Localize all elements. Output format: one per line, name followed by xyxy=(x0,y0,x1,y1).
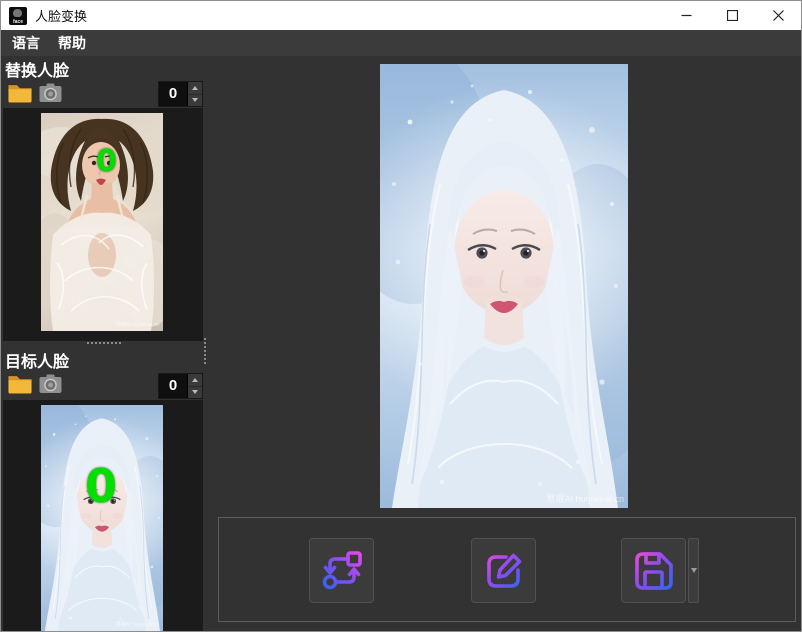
source-camera-button[interactable] xyxy=(36,81,64,105)
app-icon: face xyxy=(9,7,27,25)
target-camera-button[interactable] xyxy=(36,372,64,396)
titlebar: face 人脸变换 xyxy=(1,1,801,30)
result-preview: 慧眼AI huiyan-ai.cn xyxy=(380,64,628,508)
edit-icon xyxy=(482,549,526,593)
menubar: 语言 帮助 xyxy=(1,30,801,56)
horizontal-splitter-handle[interactable] xyxy=(87,342,121,344)
source-spin-down-button[interactable] xyxy=(188,94,202,107)
close-button[interactable] xyxy=(755,1,801,30)
source-face-list: 0 慧眼AI huiyan-ai.cn xyxy=(3,108,203,341)
window-title: 人脸变换 xyxy=(35,6,87,25)
menu-item-language[interactable]: 语言 xyxy=(3,30,49,56)
chevron-down-icon xyxy=(192,390,198,394)
camera-icon xyxy=(38,374,63,394)
target-spin-down-button[interactable] xyxy=(188,386,202,399)
target-face-index-badge: 0 xyxy=(85,463,117,509)
chevron-up-icon xyxy=(192,378,198,382)
app-window: face 人脸变换 语言 帮助 替换人脸 0 xyxy=(0,0,802,632)
camera-icon xyxy=(38,83,63,103)
vertical-splitter-handle[interactable] xyxy=(204,338,206,364)
target-face-index-spinbox: 0 xyxy=(158,373,203,399)
edit-button[interactable] xyxy=(471,538,536,603)
chevron-up-icon xyxy=(192,86,198,90)
watermark: 慧眼AI huiyan-ai.cn xyxy=(116,321,159,328)
main-content: 替换人脸 0 0 慧眼AI huiyan-ai.cn 目标人脸 xyxy=(1,56,801,631)
minimize-button[interactable] xyxy=(663,1,709,30)
watermark: 慧眼AI huiyan-ai.cn xyxy=(116,621,159,628)
action-toolbar xyxy=(218,517,796,622)
source-open-folder-button[interactable] xyxy=(6,81,34,105)
maximize-button[interactable] xyxy=(709,1,755,30)
save-button[interactable] xyxy=(621,538,686,603)
result-image xyxy=(380,64,628,508)
target-spin-up-button[interactable] xyxy=(188,374,202,386)
app-icon-text: face xyxy=(9,19,27,25)
source-panel-title: 替换人脸 xyxy=(5,57,69,81)
swap-face-icon xyxy=(320,549,364,593)
target-face-list: 0 慧眼AI huiyan-ai.cn xyxy=(3,400,203,631)
chevron-down-icon xyxy=(192,98,198,102)
minimize-icon xyxy=(681,10,692,21)
watermark: 慧眼AI huiyan-ai.cn xyxy=(546,492,624,505)
target-open-folder-button[interactable] xyxy=(6,372,34,396)
source-face-thumbnail[interactable]: 0 慧眼AI huiyan-ai.cn xyxy=(41,113,163,331)
folder-icon xyxy=(7,374,33,395)
spin-arrows xyxy=(187,82,202,106)
source-face-index-badge: 0 xyxy=(96,147,117,177)
menu-item-help[interactable]: 帮助 xyxy=(49,30,95,56)
folder-icon xyxy=(7,83,33,104)
save-options-dropdown-button[interactable] xyxy=(688,538,699,603)
close-icon xyxy=(773,10,784,21)
target-face-image xyxy=(41,405,163,631)
window-controls xyxy=(663,1,801,30)
chevron-down-icon xyxy=(691,568,697,573)
maximize-icon xyxy=(727,10,738,21)
target-face-index-value[interactable]: 0 xyxy=(159,374,187,398)
save-icon xyxy=(632,549,676,593)
target-face-thumbnail[interactable]: 0 慧眼AI huiyan-ai.cn xyxy=(41,405,163,631)
swap-face-button[interactable] xyxy=(309,538,374,603)
source-face-index-spinbox: 0 xyxy=(158,81,203,107)
spin-arrows xyxy=(187,374,202,398)
source-spin-up-button[interactable] xyxy=(188,82,202,94)
app-icon-face-glyph xyxy=(13,9,22,17)
source-face-index-value[interactable]: 0 xyxy=(159,82,187,106)
target-panel-title: 目标人脸 xyxy=(5,348,69,372)
